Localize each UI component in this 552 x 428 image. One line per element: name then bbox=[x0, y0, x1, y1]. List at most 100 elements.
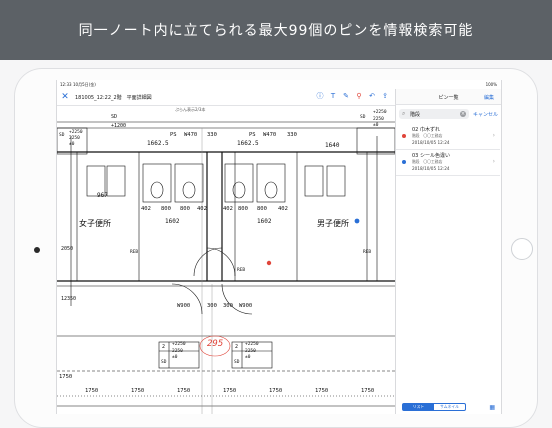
dim-label: 1640 bbox=[325, 142, 340, 149]
room-label-men: 男子便所 bbox=[317, 219, 349, 228]
dim-label: 12350 bbox=[61, 296, 77, 302]
dim-label: 1750 bbox=[131, 388, 145, 394]
dim-label: ±0 bbox=[245, 355, 251, 360]
dim-label: +2250 bbox=[172, 342, 186, 347]
dim-label: 1750 bbox=[361, 388, 375, 394]
chevron-right-icon: › bbox=[492, 132, 495, 139]
document-toolbar: ✕ 181005_12:22_2階 平面詳細図 ⓘ T ✎ ⚲ ↶ ⇪ bbox=[57, 89, 395, 106]
dim-label: 1750 bbox=[177, 388, 191, 394]
undo-icon[interactable]: ↶ bbox=[368, 92, 376, 100]
pin-list-panel: ⌕ 階段 × キャンセル 02 巾木ずれ 階段 〇〇工務店 2018/10/05 1… bbox=[395, 105, 501, 414]
dim-label: 1750 bbox=[85, 388, 99, 394]
dim-label: 800 bbox=[180, 206, 190, 212]
chevron-right-icon: › bbox=[492, 158, 495, 165]
room-label-women: 女子便所 bbox=[79, 219, 111, 228]
pin-date: 2018/10/05 12:24 bbox=[412, 140, 450, 145]
segment-thumbnail[interactable]: サムネイル bbox=[434, 404, 465, 410]
dim-label: 1750 bbox=[269, 388, 283, 394]
app-screen: 12:33 10月5日(金) 100% ✕ 181005_12:22_2階 平面… bbox=[56, 80, 502, 414]
pin-name: 03 シール色違い bbox=[412, 153, 450, 159]
segment-list[interactable]: リスト bbox=[403, 404, 434, 410]
home-button[interactable] bbox=[511, 238, 533, 260]
status-date: 10月5日(金) bbox=[73, 82, 96, 87]
dim-label: ±0 bbox=[172, 355, 178, 360]
dim-label: 1662.5 bbox=[237, 140, 259, 147]
pen-icon[interactable]: ✎ bbox=[342, 92, 350, 100]
dim-label: W470 bbox=[184, 132, 198, 138]
dim-label: 2 bbox=[162, 344, 166, 350]
dim-label: +2250 bbox=[245, 342, 259, 347]
cancel-button[interactable]: キャンセル bbox=[473, 111, 498, 118]
dim-label: SD bbox=[111, 114, 118, 120]
pin-meta: 階段 〇〇工務店 bbox=[412, 159, 443, 164]
status-battery: 100% bbox=[485, 82, 497, 87]
pin-name: 02 巾木ずれ bbox=[412, 127, 440, 133]
dim-label: W900 bbox=[177, 303, 191, 309]
dim-label: PS bbox=[249, 132, 256, 138]
dim-label: REB bbox=[363, 250, 372, 255]
close-icon[interactable]: ✕ bbox=[57, 92, 73, 102]
dim-label: 330 bbox=[287, 132, 297, 138]
dim-label: ±0 bbox=[373, 123, 379, 128]
dim-label: 300 bbox=[223, 303, 233, 309]
pin-icon[interactable]: ⚲ bbox=[355, 92, 363, 100]
dim-label: 2250 bbox=[245, 349, 256, 354]
dim-label: SD bbox=[161, 360, 167, 365]
pin-marker-red bbox=[266, 260, 272, 266]
status-time: 12:33 bbox=[60, 82, 72, 87]
dim-label: REB bbox=[237, 268, 246, 273]
edit-button[interactable]: 編集 bbox=[484, 94, 494, 101]
toolbar-icons: ⓘ T ✎ ⚲ ↶ ⇪ bbox=[316, 92, 389, 100]
camera-dot bbox=[34, 247, 40, 253]
pin-color-dot bbox=[402, 134, 406, 138]
dim-label: 1750 bbox=[315, 388, 329, 394]
dim-label: 800 bbox=[257, 206, 267, 212]
dim-label: W470 bbox=[263, 132, 277, 138]
dim-label: 1662.5 bbox=[147, 140, 169, 147]
floor-plan-drawing[interactable]: ぷらん表示2/3本 SD +1200 PS W470 330 PS W470 3… bbox=[57, 106, 395, 414]
floor-plan-lines bbox=[57, 121, 395, 414]
dim-label: 1750 bbox=[59, 374, 73, 380]
pin-meta: 階段 〇〇工務店 bbox=[412, 133, 443, 138]
share-icon[interactable]: ⇪ bbox=[381, 92, 389, 100]
document-title: 181005_12:22_2階 平面詳細図 bbox=[75, 94, 152, 101]
banner-text: 同一ノート内に立てられる最大99個のピンを情報検索可能 bbox=[78, 23, 474, 39]
dim-label: 402 bbox=[141, 206, 151, 212]
dim-label: 402 bbox=[197, 206, 207, 212]
info-icon[interactable]: ⓘ bbox=[316, 92, 324, 100]
dim-label: 1602 bbox=[165, 218, 180, 225]
dim-label: SD bbox=[234, 360, 240, 365]
dim-label: +1200 bbox=[111, 123, 127, 129]
search-value: 階段 bbox=[410, 112, 421, 118]
dim-label: 330 bbox=[207, 132, 217, 138]
clear-icon[interactable]: × bbox=[460, 111, 466, 117]
text-icon[interactable]: T bbox=[329, 92, 337, 100]
dim-label: PS bbox=[170, 132, 177, 138]
dim-label: 2250 bbox=[172, 349, 183, 354]
dim-label: 300 bbox=[207, 303, 217, 309]
dim-label: +2250 bbox=[69, 130, 83, 135]
pin-list-item[interactable]: 03 シール色違い 階段 〇〇工務店 2018/10/05 12:24 › bbox=[396, 149, 500, 176]
pin-color-dot bbox=[402, 160, 406, 164]
dim-label: W900 bbox=[239, 303, 253, 309]
dim-label: 1602 bbox=[257, 218, 272, 225]
dim-label: SD bbox=[360, 115, 366, 120]
handwritten-annotation: 295 bbox=[207, 339, 224, 349]
status-bar: 12:33 10月5日(金) 100% bbox=[57, 80, 501, 89]
dim-label: ±0 bbox=[69, 142, 75, 147]
view-mode-segment: リスト サムネイル bbox=[402, 403, 466, 411]
dim-label: +2250 bbox=[373, 110, 387, 115]
pin-date: 2018/10/05 12:24 bbox=[412, 166, 450, 171]
search-icon: ⌕ bbox=[402, 110, 406, 117]
dim-label: REB bbox=[130, 250, 139, 255]
pin-list-item[interactable]: 02 巾木ずれ 階段 〇〇工務店 2018/10/05 12:24 › bbox=[396, 123, 500, 150]
search-input[interactable]: ⌕ 階段 × bbox=[399, 109, 469, 119]
dim-label: 2250 bbox=[373, 117, 384, 122]
dim-label: 800 bbox=[161, 206, 171, 212]
dim-label: 402 bbox=[223, 206, 233, 212]
dim-label: 967 bbox=[97, 192, 108, 199]
dim-label: 2050 bbox=[61, 246, 74, 252]
grid-icon[interactable]: ▦ bbox=[489, 404, 495, 411]
dim-label: 402 bbox=[278, 206, 288, 212]
dim-label: 2250 bbox=[69, 136, 80, 141]
